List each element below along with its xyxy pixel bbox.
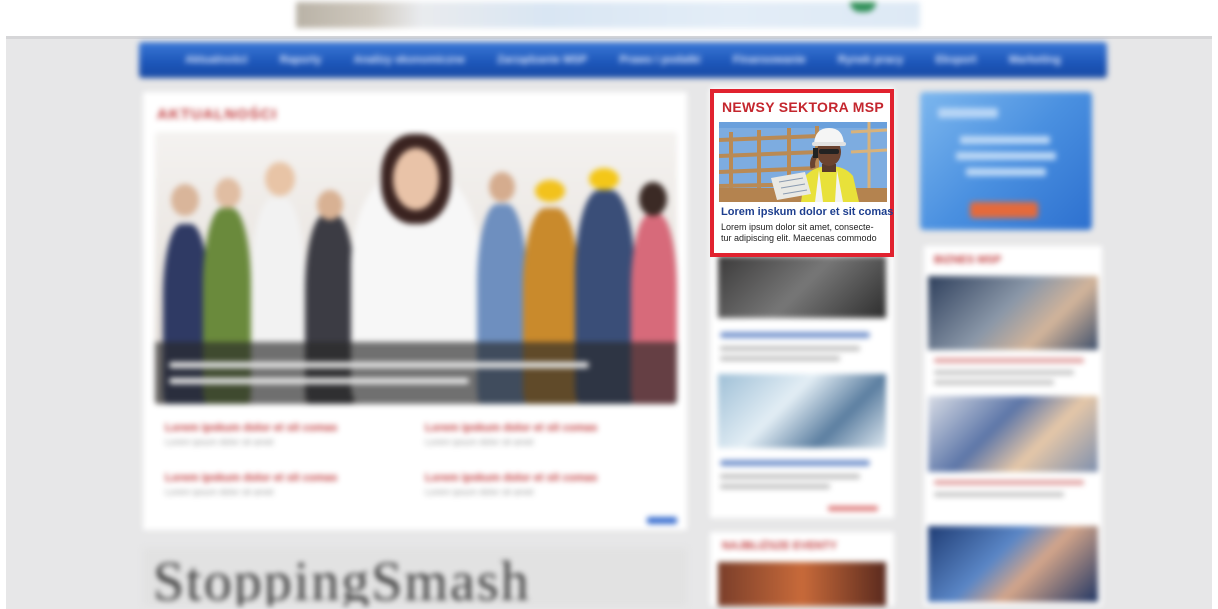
excerpt-line: Lorem ipsum dolor sit amet, consecte- xyxy=(721,222,874,232)
featured-photo[interactable] xyxy=(719,122,887,202)
nav-item[interactable]: Prawo i podatki xyxy=(619,54,700,66)
news-desc: Lorem ipsum dolor sit amet xyxy=(165,487,274,497)
article-title[interactable] xyxy=(720,332,870,338)
news-desc: Lorem ipsum dolor sit amet xyxy=(165,437,274,447)
bottom-banner-text: StoppingSmash xyxy=(153,551,531,606)
more-link[interactable] xyxy=(647,517,677,524)
top-banner-ad[interactable] xyxy=(296,2,920,28)
news-item[interactable]: Lorem ipskum dolor et sit comas Lorem ip… xyxy=(425,422,597,447)
person-head xyxy=(639,182,667,216)
news-item[interactable]: Lorem ipskum dolor et sit comas Lorem ip… xyxy=(425,472,597,497)
nav-item[interactable]: Marketing xyxy=(1009,54,1061,66)
article-image[interactable] xyxy=(718,374,886,448)
nav-item[interactable]: Analizy ekonomiczne xyxy=(354,54,465,66)
news-title[interactable]: Lorem ipskum dolor et sit comas xyxy=(165,472,337,484)
sidebar-ad[interactable] xyxy=(920,92,1092,230)
featured-news-box[interactable]: NEWSY SEKTORA MSP Lorem ipskum dolor et … xyxy=(710,89,894,257)
news-panel: AKTUALNOŚCI Lorem ipskum dolor et sit co… xyxy=(143,92,687,530)
news-title[interactable]: Lorem ipskum dolor et sit comas xyxy=(165,422,337,434)
main-navigation: Aktualności Raporty Analizy ekonomiczne … xyxy=(139,42,1107,78)
right-panel: BIZNES MSP xyxy=(924,246,1102,606)
article-text xyxy=(720,484,830,489)
nav-item[interactable]: Rynek pracy xyxy=(838,54,903,66)
hardhat-icon xyxy=(589,168,619,190)
nav-item[interactable]: Zarządzanie MSP xyxy=(497,54,587,66)
ad-logo xyxy=(938,108,998,118)
article-text xyxy=(934,380,1054,385)
article-image[interactable] xyxy=(928,526,1098,602)
news-desc: Lorem ipsum dolor sit amet xyxy=(425,487,534,497)
article-text xyxy=(720,474,860,479)
construction-worker-illustration xyxy=(719,122,887,202)
nav-item[interactable]: Eksport xyxy=(936,54,977,66)
hardhat-icon xyxy=(535,180,565,202)
person-head xyxy=(489,172,515,202)
article-image[interactable] xyxy=(928,396,1098,472)
nav-item[interactable]: Aktualności xyxy=(185,54,247,66)
top-ad-strip xyxy=(0,0,1218,36)
article-title[interactable] xyxy=(934,358,1084,363)
article-text xyxy=(934,370,1074,375)
ad-button[interactable] xyxy=(970,202,1038,218)
person-face xyxy=(393,148,439,210)
featured-title: NEWSY SEKTORA MSP xyxy=(722,99,884,115)
ad-text xyxy=(966,168,1046,176)
bottom-banner[interactable]: StoppingSmash xyxy=(143,548,687,606)
more-link[interactable] xyxy=(828,506,878,511)
news-item[interactable]: Lorem ipskum dolor et sit comas Lorem ip… xyxy=(165,472,337,497)
section-title: AKTUALNOŚCI xyxy=(157,106,278,123)
article-text xyxy=(720,346,860,351)
event-image[interactable] xyxy=(718,562,886,606)
ad-text xyxy=(956,152,1056,160)
article-title[interactable] xyxy=(934,480,1084,485)
person-head xyxy=(317,190,343,220)
excerpt-line: tur adipiscing elit. Maecenas commodo xyxy=(721,233,877,243)
featured-headline[interactable]: Lorem ipskum dolor et sit comas xyxy=(721,206,893,218)
news-title[interactable]: Lorem ipskum dolor et sit comas xyxy=(425,472,597,484)
nav-item[interactable]: Raporty xyxy=(280,54,322,66)
article-text xyxy=(934,492,1064,497)
article-image[interactable] xyxy=(718,256,886,318)
news-title[interactable]: Lorem ipskum dolor et sit comas xyxy=(425,422,597,434)
ad-text xyxy=(960,136,1050,144)
person-head xyxy=(215,178,241,208)
person-head xyxy=(265,162,295,196)
person-head xyxy=(171,184,199,216)
section-title: BIZNES MSP xyxy=(934,254,1002,266)
article-image[interactable] xyxy=(928,276,1098,350)
article-text xyxy=(720,356,840,361)
events-panel: NAJBLIŻSZE EVENTY xyxy=(710,532,894,606)
hero-caption xyxy=(155,342,677,404)
news-desc: Lorem ipsum dolor sit amet xyxy=(425,437,534,447)
section-title: NAJBLIŻSZE EVENTY xyxy=(722,540,837,552)
featured-excerpt: Lorem ipsum dolor sit amet, consecte- tu… xyxy=(721,222,889,244)
hero-image[interactable] xyxy=(155,132,677,404)
article-title[interactable] xyxy=(720,460,870,466)
banner-logo-icon xyxy=(850,2,876,12)
news-item[interactable]: Lorem ipskum dolor et sit comas Lorem ip… xyxy=(165,422,337,447)
nav-item[interactable]: Finansowanie xyxy=(733,54,806,66)
